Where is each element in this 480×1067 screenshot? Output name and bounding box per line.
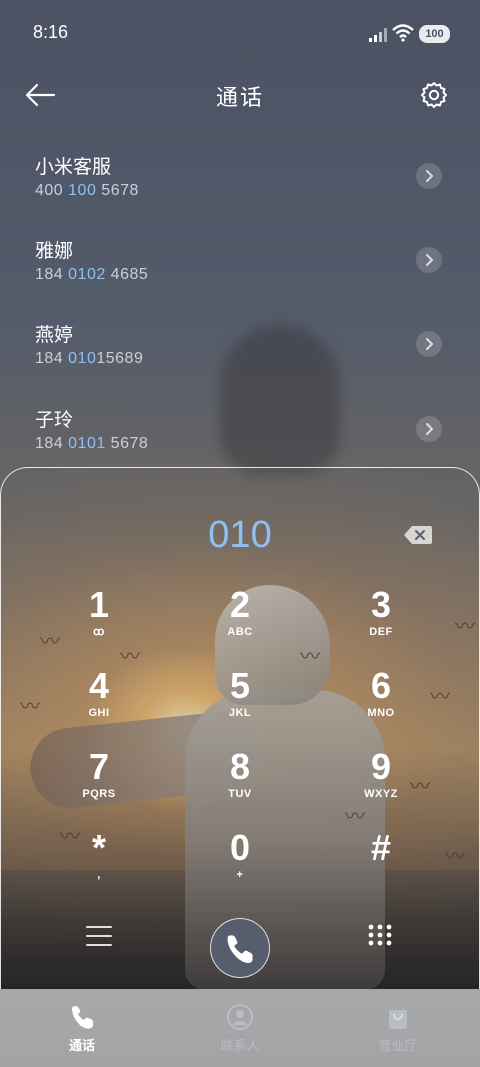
- dial-key-hash[interactable]: #: [326, 828, 436, 908]
- dial-key-0[interactable]: 0 +: [185, 828, 295, 908]
- person-icon: [227, 1004, 253, 1030]
- status-bar: 8:16 100: [0, 0, 480, 68]
- nav-label: 营业厅: [378, 1039, 418, 1054]
- contact-name: 小米客服: [35, 156, 112, 178]
- nav-label: 联系人: [220, 1039, 260, 1054]
- contact-row[interactable]: 雅娜 184 0102 4685: [0, 236, 480, 320]
- chevron-right-icon[interactable]: [416, 247, 442, 273]
- nav-tab-calls[interactable]: 通话: [2, 989, 162, 1067]
- bag-icon: [389, 1010, 407, 1029]
- contact-row[interactable]: 燕婷 184 01015689: [0, 320, 480, 404]
- contact-number: 184 0101 5678: [35, 435, 149, 452]
- chevron-right-icon[interactable]: [416, 163, 442, 189]
- dial-key-9[interactable]: 9 WXYZ: [326, 747, 436, 827]
- signal-icon: [369, 28, 387, 42]
- dial-key-4[interactable]: 4 GHI: [44, 666, 154, 746]
- phone-icon: [227, 935, 253, 963]
- backspace-icon[interactable]: [403, 524, 433, 546]
- dial-key-3[interactable]: 3 DEF: [326, 585, 436, 665]
- nav-tab-contacts[interactable]: 联系人: [160, 989, 320, 1067]
- nav-label: 通话: [68, 1039, 95, 1054]
- contact-number: 184 0102 4685: [35, 266, 149, 283]
- contact-number: 184 01015689: [35, 350, 144, 367]
- voicemail-icon: ꝏ: [93, 626, 105, 638]
- contact-number: 400 100 5678: [35, 182, 139, 199]
- dial-key-1[interactable]: 1ꝏ: [44, 585, 154, 665]
- call-button[interactable]: [210, 918, 270, 978]
- dialpad-icon[interactable]: [368, 924, 392, 950]
- menu-icon[interactable]: [86, 924, 112, 948]
- dial-key-7[interactable]: 7 PQRS: [44, 747, 154, 827]
- page-title: 通话: [215, 86, 264, 111]
- dial-key-5[interactable]: 5 JKL: [185, 666, 295, 746]
- phone-icon: [72, 1006, 93, 1029]
- contact-row[interactable]: 小米客服 400 100 5678: [0, 152, 480, 236]
- dial-key-star[interactable]: *,: [44, 828, 154, 908]
- nav-tab-service-hall[interactable]: 营业厅: [318, 989, 478, 1067]
- contact-name: 燕婷: [35, 324, 74, 346]
- battery-level: 100: [425, 28, 444, 40]
- dial-key-2[interactable]: 2 ABC: [185, 585, 295, 665]
- gear-icon[interactable]: [419, 80, 449, 110]
- dial-key-8[interactable]: 8 TUV: [185, 747, 295, 827]
- chevron-right-icon[interactable]: [416, 331, 442, 357]
- contact-name: 子玲: [35, 409, 74, 431]
- wifi-icon: [392, 24, 414, 42]
- contact-name: 雅娜: [35, 240, 74, 262]
- bottom-navigation: 通话 联系人 营业厅: [0, 989, 480, 1067]
- dial-key-6[interactable]: 6 MNO: [326, 666, 436, 746]
- status-time: 8:16: [33, 22, 69, 42]
- battery-icon: 100: [419, 25, 450, 43]
- chevron-right-icon[interactable]: [416, 416, 442, 442]
